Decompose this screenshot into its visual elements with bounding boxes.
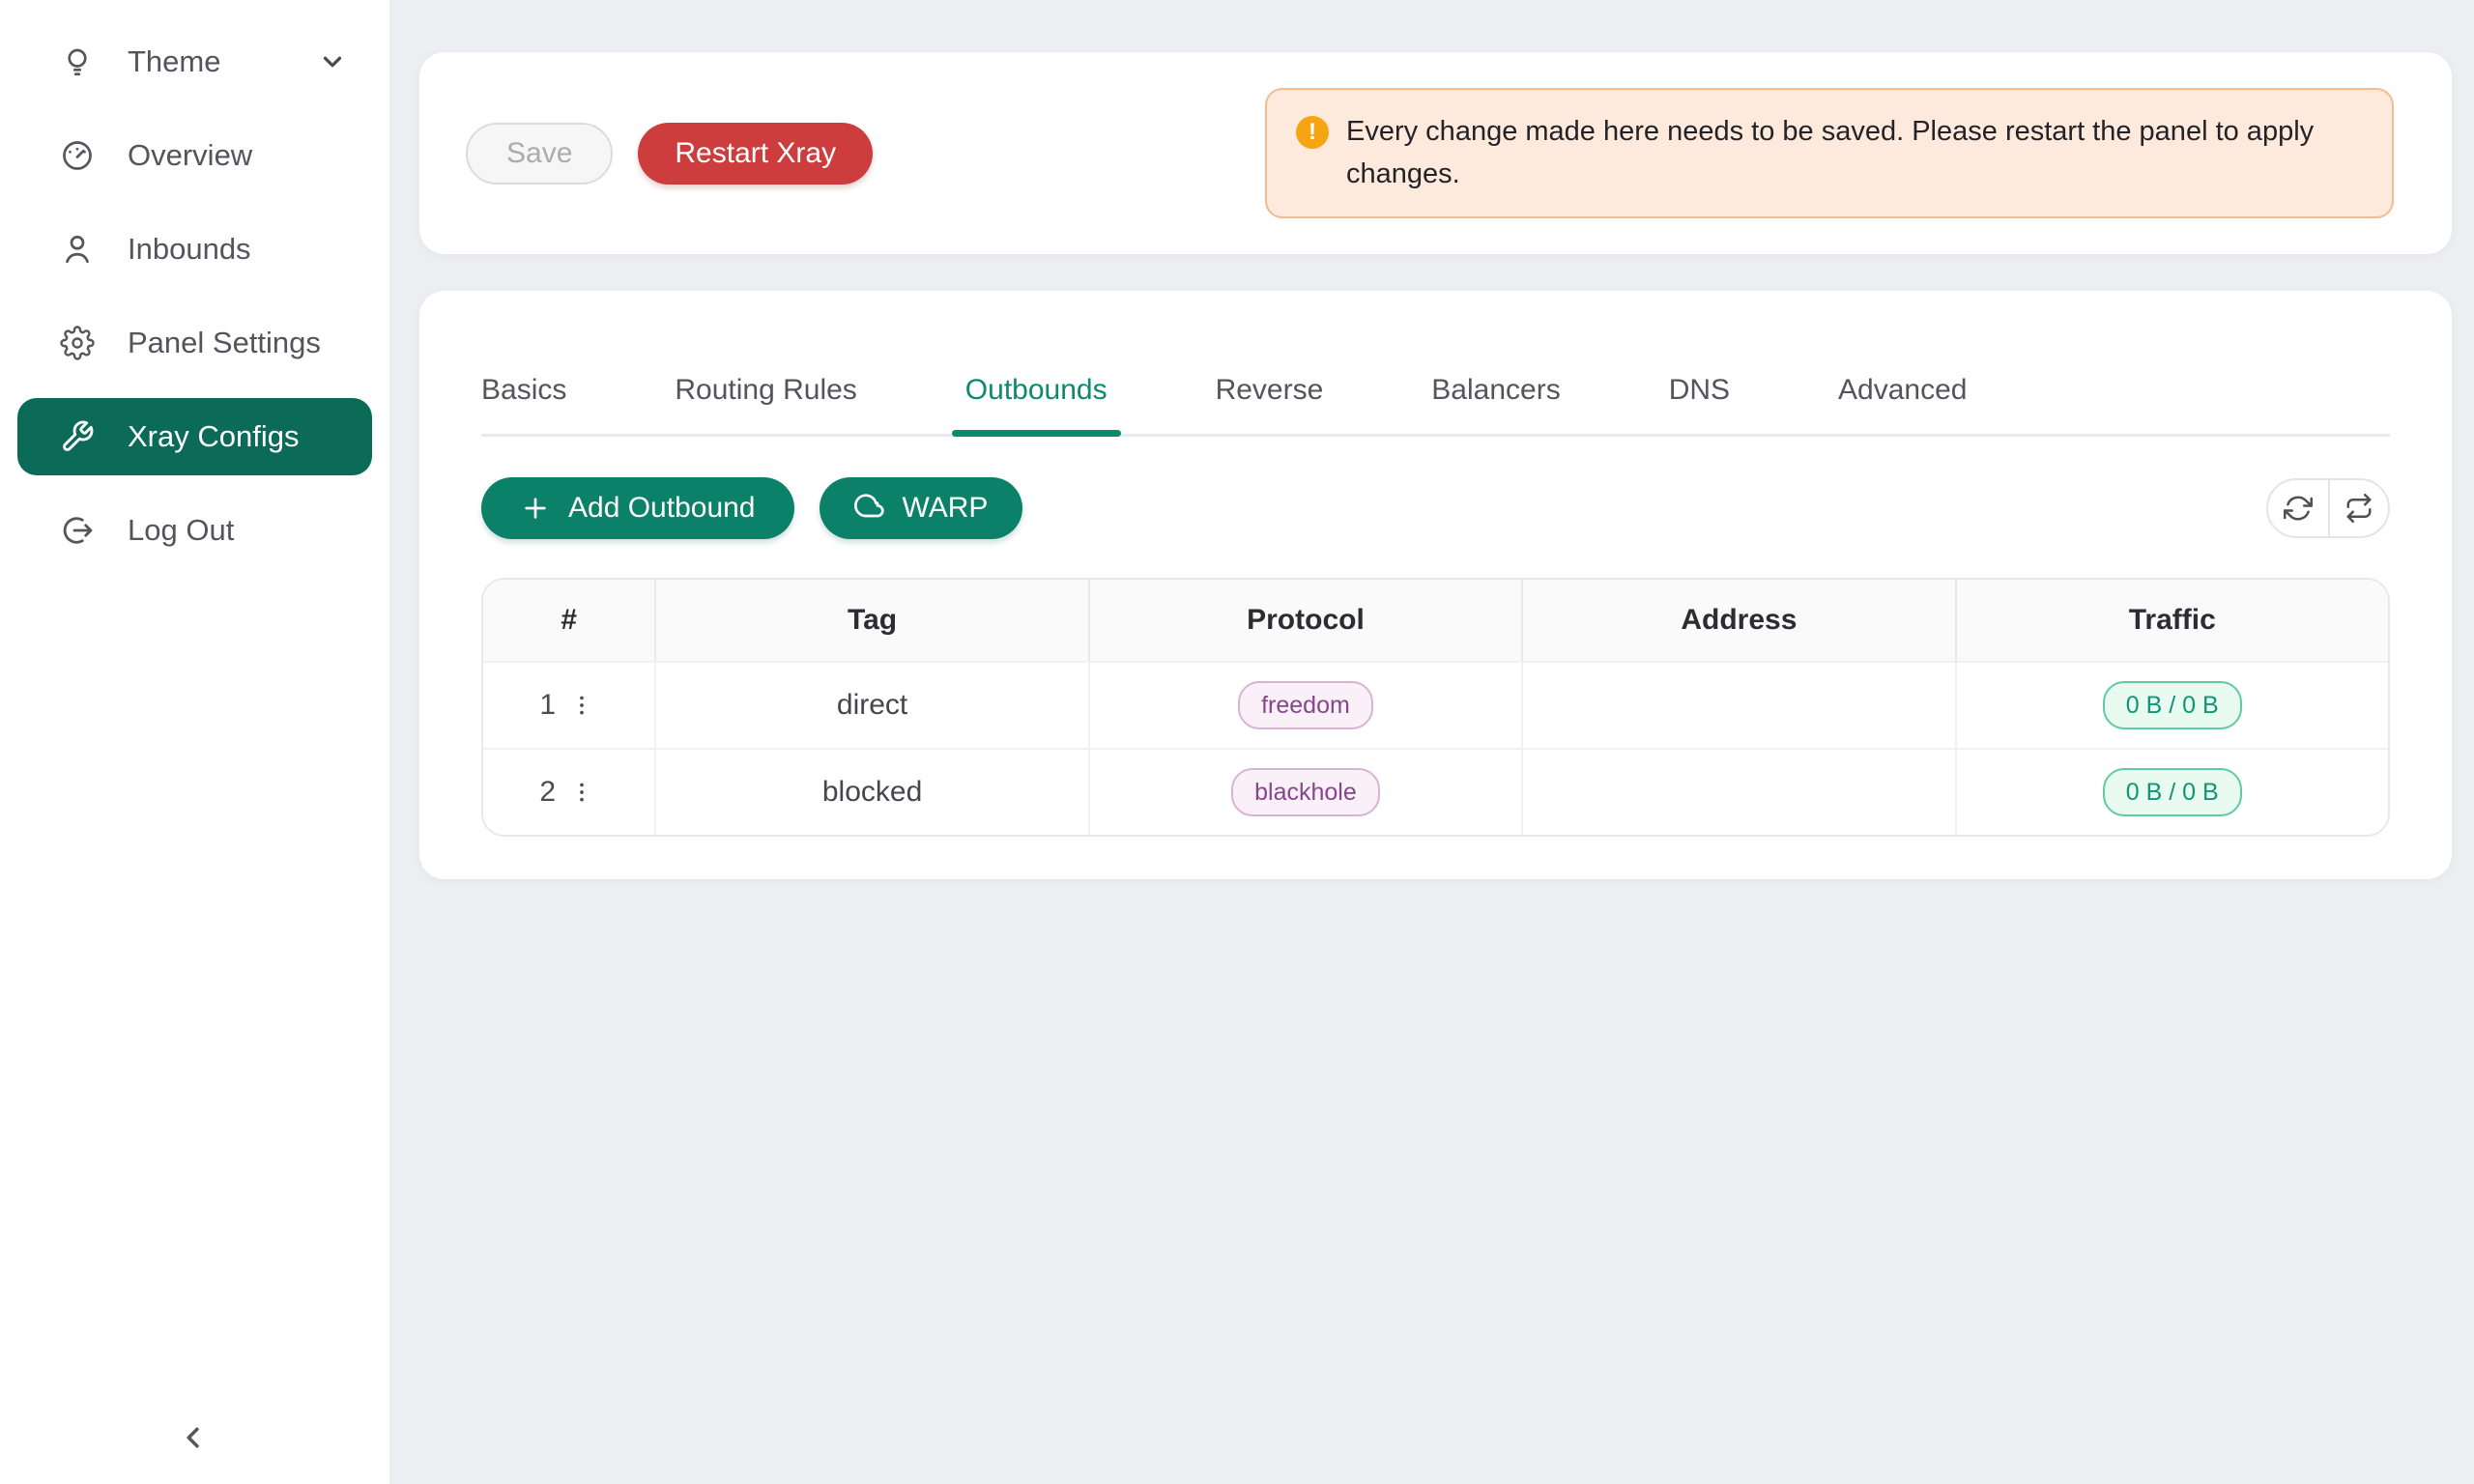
sidebar-item-label: Panel Settings <box>128 326 321 360</box>
tag-cell: direct <box>654 663 1087 748</box>
tab-basics[interactable]: Basics <box>481 374 566 434</box>
column-header-traffic: Traffic <box>1955 580 2388 661</box>
chevron-left-icon <box>175 1419 212 1456</box>
address-cell <box>1521 750 1954 835</box>
row-number: 1 <box>539 689 556 722</box>
restart-warning-alert: ! Every change made here needs to be sav… <box>1265 88 2394 218</box>
traffic-badge: 0 B / 0 B <box>2103 768 2242 816</box>
sidebar-nav: Theme Overview Inbounds <box>0 0 389 569</box>
outbounds-actions-row: Add Outbound WARP <box>481 477 2390 539</box>
sidebar-item-label: Inbounds <box>128 232 251 267</box>
warp-label: WARP <box>903 492 989 525</box>
add-outbound-button[interactable]: Add Outbound <box>481 477 794 539</box>
plus-icon <box>520 493 551 524</box>
column-header-protocol: Protocol <box>1088 580 1521 661</box>
chevron-down-icon[interactable] <box>318 47 347 76</box>
repeat-icon <box>2345 494 2373 523</box>
table-row: 1 direct freedom <box>483 661 2388 748</box>
sidebar-collapse-button[interactable] <box>162 1407 224 1469</box>
sync-icon <box>2284 494 2313 523</box>
cloud-icon <box>854 493 885 524</box>
sidebar-item-label: Xray Configs <box>128 419 299 454</box>
protocol-badge: freedom <box>1238 681 1373 729</box>
tab-routing-rules[interactable]: Routing Rules <box>675 374 856 434</box>
sidebar-item-panel-settings[interactable]: Panel Settings <box>17 304 372 382</box>
logout-icon <box>60 513 95 548</box>
sidebar-item-overview[interactable]: Overview <box>17 117 372 194</box>
warp-button[interactable]: WARP <box>820 477 1023 539</box>
save-button[interactable]: Save <box>466 123 613 185</box>
sidebar-item-label: Theme <box>128 44 220 79</box>
more-vertical-icon <box>569 693 594 718</box>
row-menu-button[interactable] <box>565 776 598 809</box>
refresh-button-group <box>2266 478 2390 538</box>
main-content: Save Restart Xray ! Every change made he… <box>389 0 2474 1484</box>
xray-config-card: Basics Routing Rules Outbounds Reverse B… <box>419 291 2452 879</box>
sidebar-item-xray-configs[interactable]: Xray Configs <box>17 398 372 475</box>
row-number: 2 <box>539 776 556 809</box>
sidebar-item-log-out[interactable]: Log Out <box>17 492 372 569</box>
wrench-icon <box>60 419 95 454</box>
config-tabs: Basics Routing Rules Outbounds Reverse B… <box>481 291 2390 437</box>
tag-cell: blocked <box>654 750 1087 835</box>
tab-reverse[interactable]: Reverse <box>1216 374 1324 434</box>
restart-xray-button[interactable]: Restart Xray <box>638 123 873 185</box>
sidebar-item-label: Overview <box>128 138 252 173</box>
column-header-address: Address <box>1521 580 1954 661</box>
lightbulb-icon <box>60 44 95 79</box>
toolbar-card: Save Restart Xray ! Every change made he… <box>419 52 2452 254</box>
sidebar-item-theme[interactable]: Theme <box>17 23 372 100</box>
gear-icon <box>60 326 95 360</box>
warning-icon: ! <box>1296 116 1329 149</box>
tab-advanced[interactable]: Advanced <box>1838 374 1967 434</box>
sidebar-item-inbounds[interactable]: Inbounds <box>17 211 372 288</box>
user-icon <box>60 232 95 267</box>
sidebar-item-label: Log Out <box>128 513 234 548</box>
row-index-cell: 1 <box>539 689 598 722</box>
repeat-button[interactable] <box>2328 480 2388 536</box>
add-outbound-label: Add Outbound <box>568 492 756 525</box>
column-header-tag: Tag <box>654 580 1087 661</box>
table-row: 2 blocked blackhole <box>483 748 2388 835</box>
sync-button[interactable] <box>2268 480 2328 536</box>
traffic-badge: 0 B / 0 B <box>2103 681 2242 729</box>
outbounds-table: # Tag Protocol Address Traffic 1 <box>481 578 2390 837</box>
row-menu-button[interactable] <box>565 689 598 722</box>
sidebar: Theme Overview Inbounds <box>0 0 389 1484</box>
address-cell <box>1521 663 1954 748</box>
tab-balancers[interactable]: Balancers <box>1431 374 1560 434</box>
row-index-cell: 2 <box>539 776 598 809</box>
more-vertical-icon <box>569 780 594 805</box>
tab-dns[interactable]: DNS <box>1669 374 1730 434</box>
tab-outbounds[interactable]: Outbounds <box>965 374 1108 434</box>
table-body: 1 direct freedom <box>483 661 2388 835</box>
column-header-index: # <box>483 580 654 661</box>
protocol-badge: blackhole <box>1231 768 1380 816</box>
dashboard-icon <box>60 138 95 173</box>
alert-text: Every change made here needs to be saved… <box>1346 111 2363 195</box>
table-header: # Tag Protocol Address Traffic <box>483 580 2388 661</box>
